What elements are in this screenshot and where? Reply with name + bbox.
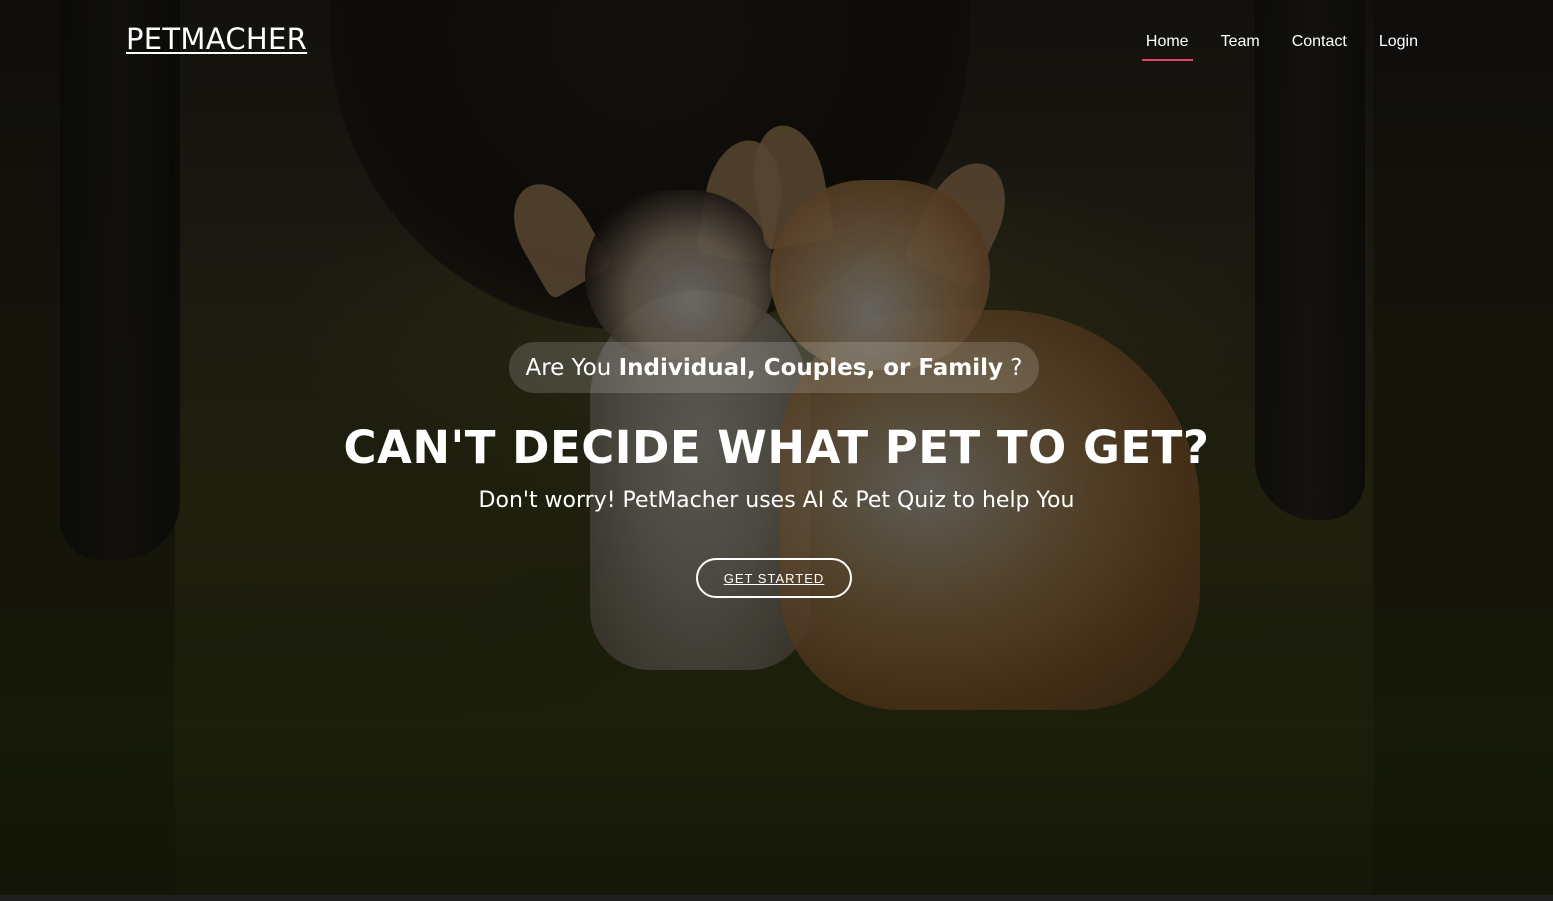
- page-bottom-edge: [0, 895, 1553, 901]
- pill-prefix: Are You: [525, 354, 612, 381]
- nav-item-team[interactable]: Team: [1221, 33, 1260, 61]
- get-started-button[interactable]: GET STARTED: [696, 558, 852, 598]
- pill-bold-text: Individual, Couples, or Family: [618, 354, 1003, 381]
- pill-suffix: ?: [1010, 354, 1023, 381]
- nav-item-contact[interactable]: Contact: [1292, 33, 1347, 61]
- site-logo-link[interactable]: PETMACHER: [126, 22, 307, 56]
- nav-item-home[interactable]: Home: [1141, 33, 1193, 61]
- site-header: PETMACHER Home Team Contact Login: [0, 0, 1553, 88]
- hero-headline: CAN'T DECIDE WHAT PET TO GET?: [343, 421, 1210, 474]
- audience-question-pill: Are You Individual, Couples, or Family ?: [509, 342, 1039, 393]
- main-nav: Home Team Contact Login: [1141, 33, 1418, 61]
- nav-item-login[interactable]: Login: [1379, 33, 1418, 61]
- hero-subline: Don't worry! PetMacher uses AI & Pet Qui…: [478, 488, 1075, 513]
- landing-page: PETMACHER Home Team Contact Login Are Yo…: [0, 0, 1553, 901]
